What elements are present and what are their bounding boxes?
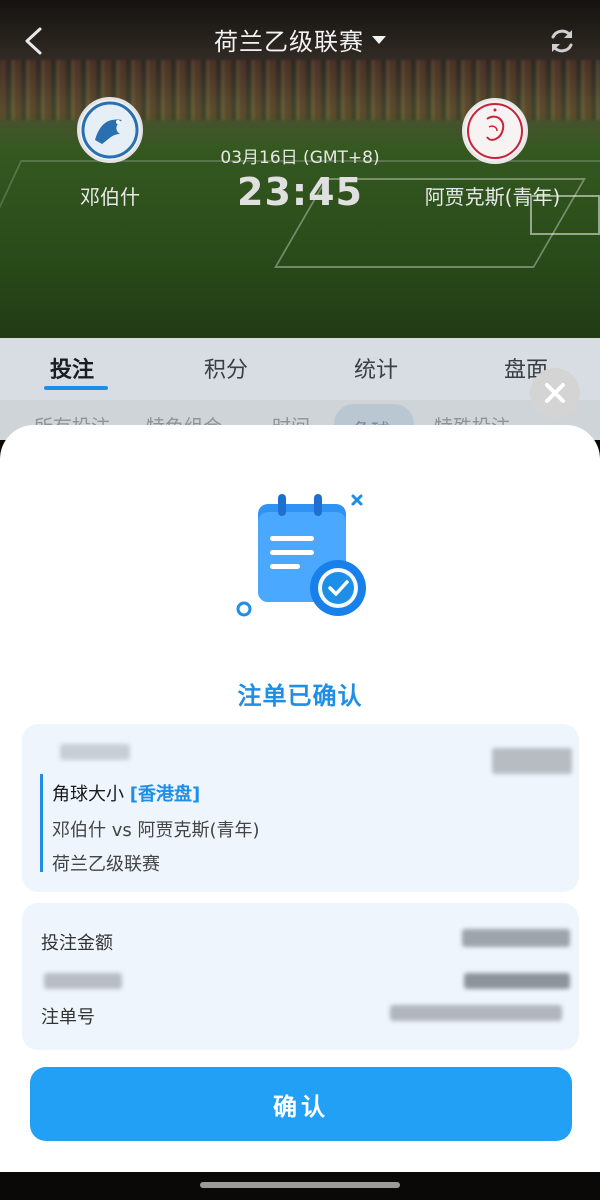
bet-accent-bar: [40, 774, 43, 872]
tab-stats[interactable]: 统计: [354, 352, 398, 384]
bet-league: 荷兰乙级联赛: [52, 854, 160, 875]
league-selector[interactable]: 荷兰乙级联赛: [214, 22, 386, 57]
ajax-logo-icon: [467, 103, 523, 159]
league-title: 荷兰乙级联赛: [214, 27, 364, 56]
bet-market-name: 角球大小: [52, 784, 124, 805]
redacted-odds: [492, 748, 572, 774]
redacted-value: [464, 973, 570, 989]
bet-details-card: 角球大小 [香港盘] 邓伯什 vs 阿贾克斯(青年) 荷兰乙级联赛: [22, 724, 579, 892]
top-bar: 荷兰乙级联赛: [0, 0, 600, 80]
home-indicator[interactable]: [200, 1182, 400, 1188]
redacted-order-number: [390, 1005, 562, 1021]
tab-standings[interactable]: 积分: [204, 352, 248, 384]
redacted-stake: [462, 929, 570, 947]
active-tab-indicator: [44, 386, 108, 390]
close-icon: [545, 383, 565, 403]
back-icon[interactable]: [20, 26, 48, 56]
den-bosch-dragon-icon: [81, 101, 139, 159]
match-date: 03月16日 (GMT+8): [220, 148, 380, 168]
confirmation-title: 注单已确认: [237, 682, 363, 710]
redacted-selection: [60, 744, 130, 760]
bet-market-tag: [香港盘]: [129, 784, 201, 805]
confirm-button[interactable]: 确认: [30, 1067, 572, 1141]
stake-label: 投注金额: [41, 933, 113, 954]
chevron-down-icon: [372, 36, 386, 44]
match-time: 23:45: [237, 170, 363, 214]
refresh-icon[interactable]: [548, 27, 576, 55]
home-team-logo: [77, 97, 143, 163]
tab-bets[interactable]: 投注: [50, 352, 94, 384]
away-team-name: 阿贾克斯(青年): [424, 185, 561, 209]
calendar-check-icon: [236, 494, 366, 617]
close-button[interactable]: [530, 368, 580, 418]
bet-match: 邓伯什 vs 阿贾克斯(青年): [52, 820, 260, 841]
home-team-name: 邓伯什: [80, 185, 140, 209]
main-tabs: 投注 积分 统计 盘面: [0, 338, 600, 400]
match-header: 荷兰乙级联赛 邓伯什 03月16日 (GMT+8) 23:45 阿贾克斯(青年): [0, 0, 600, 345]
bet-info-card: 投注金额 注单号: [22, 903, 579, 1050]
redacted-label: [44, 973, 122, 989]
away-team-logo: [462, 98, 528, 164]
order-number-label: 注单号: [41, 1007, 95, 1028]
bet-market: 角球大小 [香港盘]: [52, 780, 200, 806]
